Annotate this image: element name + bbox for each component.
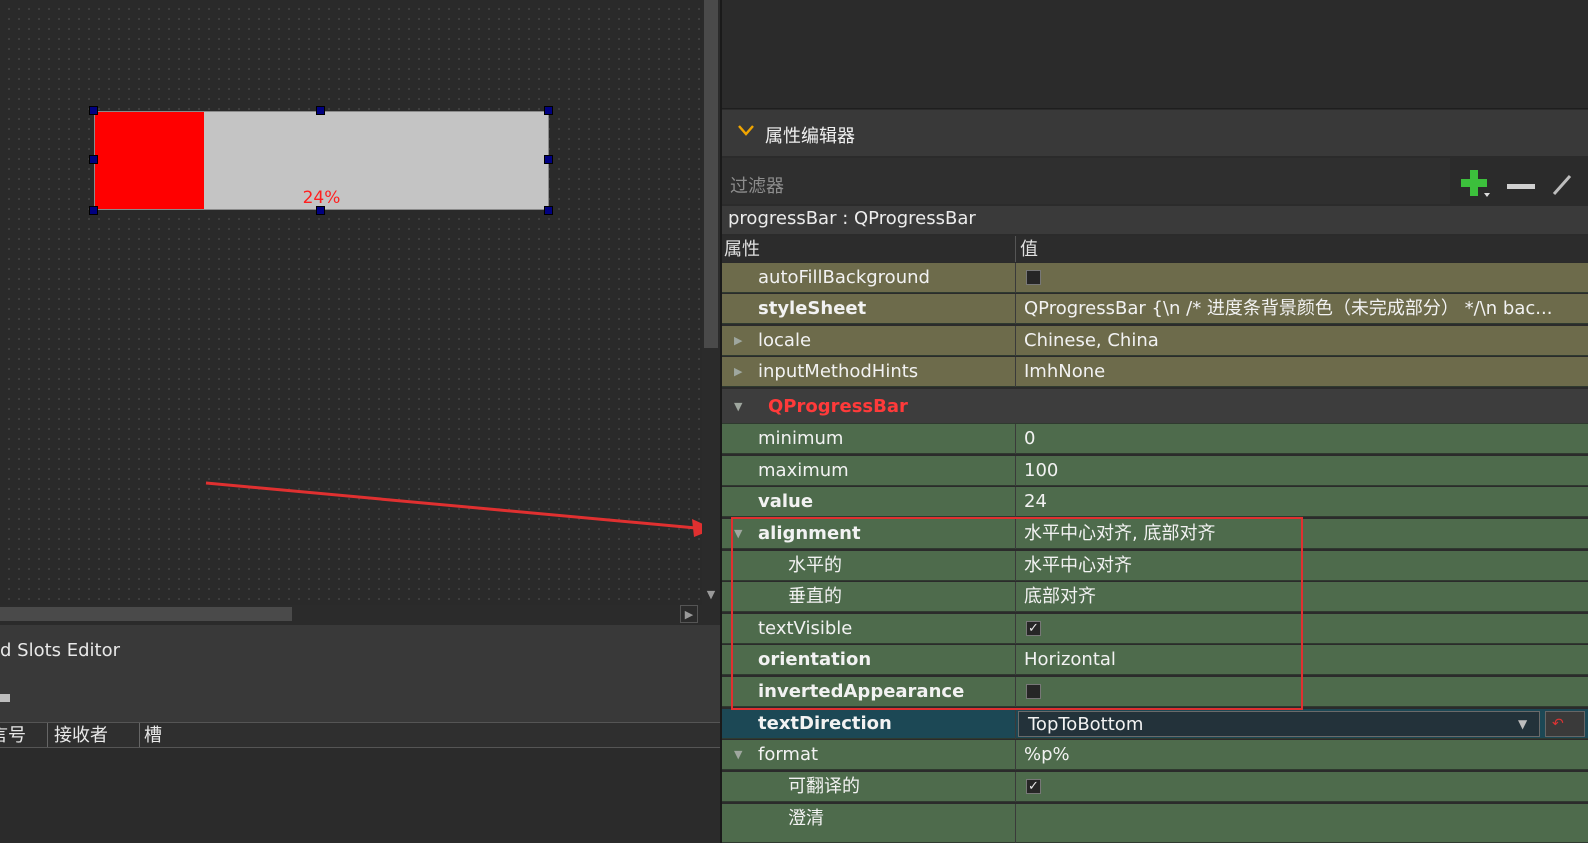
property-group-qprogressbar[interactable]: ▼ QProgressBar xyxy=(722,389,1588,424)
property-group-name: QProgressBar xyxy=(768,396,908,417)
signal-slot-editor-title: d Slots Editor xyxy=(0,640,121,661)
column-divider[interactable] xyxy=(1015,236,1016,262)
signal-slot-table-body[interactable] xyxy=(0,748,720,843)
filter-placeholder: 过滤器 xyxy=(730,176,784,197)
property-name: textDirection xyxy=(758,713,892,734)
row-separator xyxy=(1015,709,1016,739)
add-property-button[interactable] xyxy=(1459,168,1491,200)
column-header-receiver[interactable]: 接收者 xyxy=(50,723,140,747)
property-name: locale xyxy=(758,330,812,351)
property-name: 可翻译的 xyxy=(788,776,860,797)
property-row-autofillbackground[interactable]: autoFillBackground xyxy=(722,263,1588,293)
property-value[interactable]: ImhNone xyxy=(1024,357,1569,387)
row-separator xyxy=(1015,456,1016,486)
property-value[interactable]: 24 xyxy=(1024,487,1569,517)
property-row-value[interactable]: value 24 xyxy=(722,487,1588,517)
property-name: autoFillBackground xyxy=(758,267,930,288)
canvas-horizontal-scroll-thumb[interactable] xyxy=(0,607,292,621)
property-name: minimum xyxy=(758,428,844,449)
property-row-format[interactable]: ▼ format %p% xyxy=(722,740,1588,770)
expand-arrow-icon[interactable]: ▶ xyxy=(734,326,742,356)
property-editor-title: 属性编辑器 xyxy=(765,126,855,147)
property-value[interactable]: Chinese, China xyxy=(1024,326,1569,356)
row-separator xyxy=(1015,294,1016,324)
property-row-stylesheet[interactable]: styleSheet QProgressBar {\n /* 进度条背景颜色（未… xyxy=(722,294,1588,324)
remove-property-button[interactable] xyxy=(1507,172,1537,194)
autofillbackground-checkbox[interactable] xyxy=(1026,270,1041,285)
column-header-slot[interactable]: 槽 xyxy=(140,723,720,747)
collapse-arrow-icon[interactable]: ▼ xyxy=(734,740,742,770)
collapse-arrow-icon[interactable]: ▼ xyxy=(734,389,742,424)
column-header-value[interactable]: 值 xyxy=(1020,236,1038,262)
property-name: maximum xyxy=(758,460,849,481)
property-value[interactable]: 100 xyxy=(1024,456,1569,486)
property-row-disambiguation[interactable]: 澄清 xyxy=(722,804,1588,843)
row-separator xyxy=(1015,772,1016,802)
property-name: styleSheet xyxy=(758,298,867,319)
object-class-label: progressBar : QProgressBar xyxy=(728,208,976,229)
property-name: 澄清 xyxy=(788,808,824,829)
row-separator xyxy=(1015,740,1016,770)
property-row-maximum[interactable]: maximum 100 xyxy=(722,456,1588,486)
property-row-locale[interactable]: ▶ locale Chinese, China xyxy=(722,326,1588,356)
remove-connection-button[interactable] xyxy=(0,694,10,702)
property-row-inputmethodhints[interactable]: ▶ inputMethodHints ImhNone xyxy=(722,357,1588,387)
row-separator xyxy=(1015,357,1016,387)
column-header-signal[interactable]: 言号 xyxy=(0,723,48,747)
row-separator xyxy=(1015,263,1016,293)
property-row-translatable[interactable]: 可翻译的 ✓ xyxy=(722,772,1588,802)
property-name: inputMethodHints xyxy=(758,361,919,382)
chevron-down-icon[interactable] xyxy=(736,120,756,145)
property-row-minimum[interactable]: minimum 0 xyxy=(722,424,1588,454)
canvas-vertical-scroll-thumb[interactable] xyxy=(704,0,718,348)
property-name: format xyxy=(758,744,819,765)
property-name: value xyxy=(758,491,814,512)
translatable-checkbox[interactable]: ✓ xyxy=(1026,779,1041,794)
textdirection-combobox-value: TopToBottom xyxy=(1028,714,1144,735)
row-separator xyxy=(1015,326,1016,356)
scroll-right-arrow-icon[interactable]: ▶ xyxy=(680,605,698,623)
row-separator xyxy=(1015,487,1016,517)
annotation-arrow xyxy=(205,481,714,537)
configure-icon[interactable] xyxy=(1552,172,1572,202)
reset-property-button[interactable]: ↶ xyxy=(1545,711,1585,737)
object-inspector-area xyxy=(722,0,1588,109)
plus-icon xyxy=(1461,170,1490,197)
property-value[interactable]: 0 xyxy=(1024,424,1569,454)
property-value[interactable]: %p% xyxy=(1024,740,1569,770)
row-separator xyxy=(1015,804,1016,843)
combobox-dropdown-arrow-icon[interactable]: ▼ xyxy=(1518,711,1527,738)
column-header-property[interactable]: 属性 xyxy=(724,236,760,262)
scroll-down-arrow-icon[interactable]: ▼ xyxy=(702,585,720,605)
property-table-header: 属性 值 xyxy=(722,236,1588,262)
property-value[interactable]: QProgressBar {\n /* 进度条背景颜色（未完成部分） */\n … xyxy=(1024,294,1569,324)
signal-slot-table-header: 言号 接收者 槽 xyxy=(0,722,720,748)
filter-input[interactable] xyxy=(722,158,1450,204)
minus-icon xyxy=(1507,184,1535,189)
row-separator xyxy=(1015,424,1016,454)
expand-arrow-icon[interactable]: ▶ xyxy=(734,357,742,387)
annotation-highlight-box xyxy=(731,517,1303,710)
